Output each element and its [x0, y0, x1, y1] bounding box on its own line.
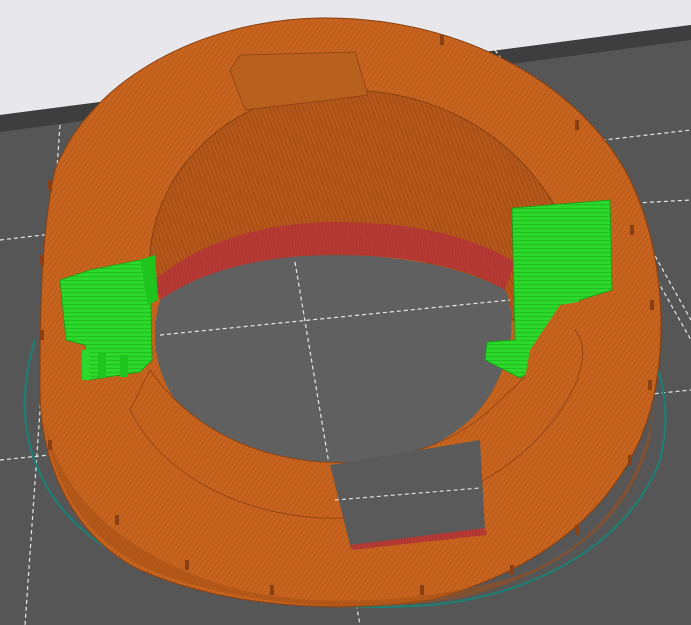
scene-canvas[interactable] [0, 0, 691, 625]
3d-preview-viewport[interactable] [0, 0, 691, 625]
